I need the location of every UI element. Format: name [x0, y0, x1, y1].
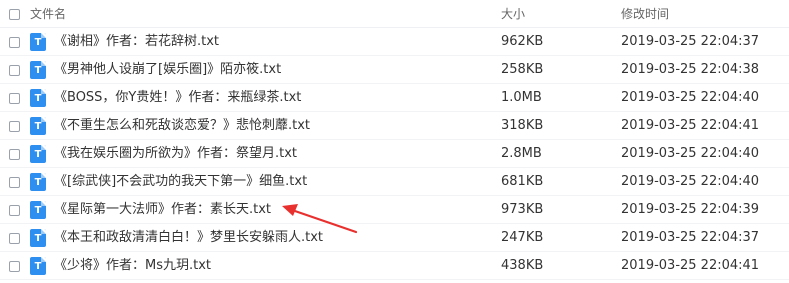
file-row[interactable]: T 《本王和政敌清清白白！》梦里长安躲雨人.txt 247KB 2019-03-… [0, 224, 789, 252]
file-name[interactable]: 《我在娱乐圈为所欲为》作者：祭望月.txt [54, 146, 297, 162]
file-list-header: 文件名 大小 修改时间 [0, 0, 789, 28]
file-modified-time: 2019-03-25 22:04:40 [621, 90, 760, 105]
red-arrow-icon [282, 204, 358, 234]
file-row[interactable]: T 《不重生怎么和死敌谈恋爱？》悲怆刺蘼.txt 318KB 2019-03-2… [0, 112, 789, 140]
txt-file-icon: T [30, 117, 46, 135]
file-size: 1.0MB [501, 90, 542, 105]
file-name[interactable]: 《BOSS，你Y贵姓！》作者：来瓶绿茶.txt [54, 90, 301, 106]
row-checkbox[interactable] [9, 37, 20, 48]
file-row[interactable]: T 《BOSS，你Y贵姓！》作者：来瓶绿茶.txt 1.0MB 2019-03-… [0, 84, 789, 112]
file-row[interactable]: T 《星际第一大法师》作者：素长天.txt 973KB 2019-03-25 2… [0, 196, 789, 224]
file-name[interactable]: 《星际第一大法师》作者：素长天.txt [54, 202, 271, 218]
column-header-modified[interactable]: 修改时间 [621, 6, 669, 22]
file-size: 681KB [501, 174, 544, 189]
file-size: 2.8MB [501, 146, 542, 161]
file-modified-time: 2019-03-25 22:04:37 [621, 230, 760, 245]
file-modified-time: 2019-03-25 22:04:41 [621, 258, 760, 273]
row-checkbox[interactable] [9, 205, 20, 216]
txt-file-icon: T [30, 61, 46, 79]
file-row[interactable]: T 《少将》作者：Ms九玥.txt 438KB 2019-03-25 22:04… [0, 252, 789, 280]
file-row[interactable]: T 《男神他人设崩了[娱乐圈]》陌亦筱.txt 258KB 2019-03-25… [0, 56, 789, 84]
file-modified-time: 2019-03-25 22:04:40 [621, 174, 760, 189]
txt-file-icon: T [30, 173, 46, 191]
file-modified-time: 2019-03-25 22:04:39 [621, 202, 760, 217]
file-size: 247KB [501, 230, 544, 245]
file-modified-time: 2019-03-25 22:04:41 [621, 118, 760, 133]
file-size: 438KB [501, 258, 544, 273]
file-modified-time: 2019-03-25 22:04:40 [621, 146, 760, 161]
row-checkbox[interactable] [9, 93, 20, 104]
txt-file-icon: T [30, 145, 46, 163]
file-size: 973KB [501, 202, 544, 217]
file-modified-time: 2019-03-25 22:04:37 [621, 34, 760, 49]
file-row[interactable]: T 《谢相》作者：若花辞树.txt 962KB 2019-03-25 22:04… [0, 28, 789, 56]
file-name[interactable]: 《不重生怎么和死敌谈恋爱？》悲怆刺蘼.txt [54, 118, 310, 134]
file-row[interactable]: T 《我在娱乐圈为所欲为》作者：祭望月.txt 2.8MB 2019-03-25… [0, 140, 789, 168]
file-size: 258KB [501, 62, 544, 77]
row-checkbox[interactable] [9, 121, 20, 132]
row-checkbox[interactable] [9, 233, 20, 244]
file-size: 962KB [501, 34, 544, 49]
file-name[interactable]: 《谢相》作者：若花辞树.txt [54, 34, 219, 50]
txt-file-icon: T [30, 33, 46, 51]
file-row[interactable]: T 《[综武侠]不会武功的我天下第一》细鱼.txt 681KB 2019-03-… [0, 168, 789, 196]
txt-file-icon: T [30, 89, 46, 107]
row-checkbox[interactable] [9, 149, 20, 160]
row-checkbox[interactable] [9, 261, 20, 272]
row-checkbox[interactable] [9, 177, 20, 188]
column-header-size[interactable]: 大小 [501, 6, 525, 22]
file-list: 文件名 大小 修改时间 T 《谢相》作者：若花辞树.txt 962KB 2019… [0, 0, 789, 283]
select-all-checkbox[interactable] [9, 9, 20, 20]
file-name[interactable]: 《男神他人设崩了[娱乐圈]》陌亦筱.txt [54, 62, 281, 78]
column-header-name[interactable]: 文件名 [30, 6, 66, 22]
txt-file-icon: T [30, 257, 46, 275]
file-name[interactable]: 《少将》作者：Ms九玥.txt [54, 258, 211, 274]
txt-file-icon: T [30, 201, 46, 219]
file-size: 318KB [501, 118, 544, 133]
file-name[interactable]: 《[综武侠]不会武功的我天下第一》细鱼.txt [54, 174, 307, 190]
txt-file-icon: T [30, 229, 46, 247]
file-modified-time: 2019-03-25 22:04:38 [621, 62, 760, 77]
row-checkbox[interactable] [9, 65, 20, 76]
